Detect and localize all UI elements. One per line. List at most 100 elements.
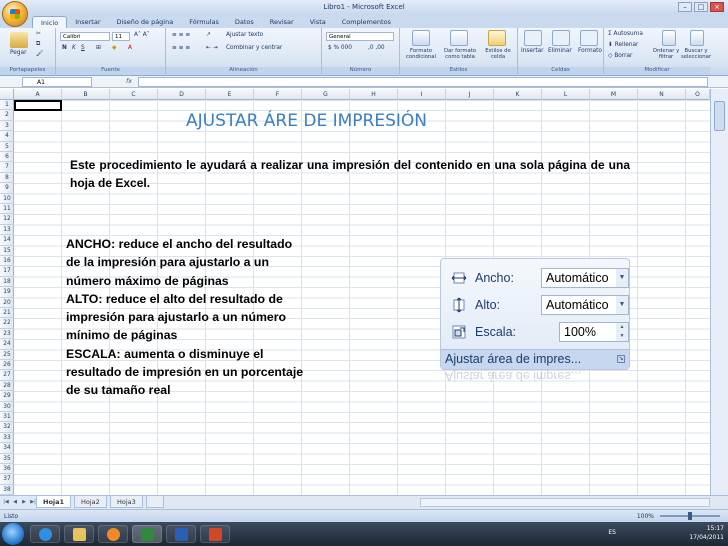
first-sheet-icon[interactable]: |◀ — [2, 498, 10, 507]
tab-diseno-pagina[interactable]: Diseño de página — [109, 16, 182, 28]
align-top-icon[interactable]: ≡ ≡ ≡ — [172, 32, 190, 38]
height-select[interactable]: Automático ▼ — [541, 295, 629, 315]
tab-formulas[interactable]: Fórmulas — [181, 16, 227, 28]
clock[interactable]: 15:17 17/04/2011 — [689, 524, 724, 542]
row-header[interactable]: 16 — [0, 256, 14, 267]
row-header[interactable]: 36 — [0, 464, 14, 475]
row-header[interactable]: 28 — [0, 381, 14, 392]
insert-cells-icon[interactable] — [524, 30, 542, 46]
font-size-select[interactable]: 11 — [112, 32, 130, 41]
column-header[interactable]: D — [158, 89, 206, 100]
wrap-text-button[interactable]: Ajustar texto — [226, 32, 263, 38]
taskbar-app-excel[interactable] — [132, 525, 162, 543]
taskbar-app-powerpoint[interactable] — [200, 525, 230, 543]
fill-button[interactable]: ⬇ Rellenar — [608, 42, 638, 48]
column-header[interactable]: C — [110, 89, 158, 100]
new-sheet-icon[interactable] — [146, 496, 164, 508]
row-header[interactable]: 11 — [0, 204, 14, 215]
format-button[interactable]: Formato — [578, 48, 602, 54]
cell-styles-icon[interactable] — [488, 30, 506, 46]
chevron-down-icon[interactable]: ▼ — [616, 296, 628, 314]
tab-revisar[interactable]: Revisar — [262, 16, 302, 28]
name-box[interactable]: A1 — [22, 77, 92, 87]
row-header[interactable]: 37 — [0, 474, 14, 485]
row-header[interactable]: 15 — [0, 246, 14, 256]
sort-filter-icon[interactable] — [662, 30, 676, 46]
clear-button[interactable]: ◇ Borrar — [608, 53, 632, 59]
row-header[interactable]: 12 — [0, 214, 14, 225]
row-header[interactable]: 17 — [0, 266, 14, 277]
conditional-format-button[interactable]: Formato condicional — [402, 48, 440, 60]
column-header[interactable]: E — [206, 89, 254, 100]
row-header[interactable]: 29 — [0, 391, 14, 402]
dialog-launcher-icon[interactable]: ↘ — [617, 355, 625, 363]
paste-icon[interactable] — [10, 32, 28, 48]
close-icon[interactable]: × — [710, 2, 724, 12]
scroll-thumb[interactable] — [714, 101, 725, 131]
paste-button[interactable]: Pegar — [10, 50, 26, 56]
fill-color-icon[interactable]: ◆ — [112, 45, 116, 51]
sheet-tab-hoja1[interactable]: Hoja1 — [36, 496, 72, 508]
row-header[interactable]: 3 — [0, 121, 14, 132]
row-header[interactable]: 13 — [0, 225, 14, 236]
minimize-icon[interactable]: – — [678, 2, 692, 12]
column-header[interactable]: O — [686, 89, 710, 100]
format-cells-icon[interactable] — [580, 30, 598, 46]
chevron-down-icon[interactable]: ▼ — [616, 269, 628, 287]
delete-cells-icon[interactable] — [552, 30, 570, 46]
next-sheet-icon[interactable]: ▶ — [20, 498, 28, 507]
tab-complementos[interactable]: Complementos — [334, 16, 399, 28]
indent-icon[interactable]: ⇤ ⇥ — [206, 45, 218, 51]
column-header[interactable]: L — [542, 89, 590, 100]
row-header[interactable]: 25 — [0, 350, 14, 360]
maximize-icon[interactable]: □ — [694, 2, 708, 12]
tab-inicio[interactable]: Inicio — [32, 16, 68, 28]
row-header[interactable]: 4 — [0, 131, 14, 142]
row-header[interactable]: 20 — [0, 298, 14, 308]
taskbar-app-word[interactable] — [166, 525, 196, 543]
delete-button[interactable]: Eliminar — [548, 48, 572, 54]
row-header[interactable]: 35 — [0, 454, 14, 464]
row-header[interactable]: 18 — [0, 277, 14, 288]
font-color-icon[interactable]: A — [128, 45, 132, 51]
find-select-button[interactable]: Buscar y seleccionar — [680, 48, 712, 60]
row-header[interactable]: 30 — [0, 402, 14, 412]
row-header[interactable]: 7 — [0, 162, 14, 173]
start-button[interactable] — [2, 523, 24, 545]
select-all-corner[interactable] — [0, 89, 14, 100]
column-header[interactable]: G — [302, 89, 350, 100]
column-header[interactable]: I — [398, 89, 446, 100]
bold-icon[interactable]: N — [62, 45, 67, 51]
row-header[interactable]: 19 — [0, 287, 14, 298]
zoom-level[interactable]: 100% — [637, 513, 654, 520]
cut-icon[interactable]: ✂ — [36, 31, 41, 37]
row-header[interactable]: 26 — [0, 360, 14, 371]
column-header[interactable]: N — [638, 89, 686, 100]
vertical-scrollbar[interactable] — [710, 89, 728, 495]
format-painter-icon[interactable]: 🖌 — [36, 51, 43, 57]
cell-styles-button[interactable]: Estilos de celda — [480, 48, 516, 60]
spinner-icon[interactable]: ▲ ▼ — [616, 323, 628, 341]
format-table-icon[interactable] — [450, 30, 468, 46]
row-header[interactable]: 2 — [0, 110, 14, 121]
column-header[interactable]: H — [350, 89, 398, 100]
width-select[interactable]: Automático ▼ — [541, 268, 629, 288]
decimal-icon[interactable]: ,0 ,00 — [368, 45, 385, 51]
tab-datos[interactable]: Datos — [227, 16, 262, 28]
number-format-select[interactable]: General — [326, 32, 394, 41]
merge-center-button[interactable]: Combinar y centrar — [226, 45, 282, 51]
row-header[interactable]: 22 — [0, 318, 14, 329]
active-cell[interactable] — [14, 100, 62, 111]
sheet-tab-hoja2[interactable]: Hoja2 — [74, 496, 107, 508]
column-header[interactable]: A — [14, 89, 62, 100]
column-header[interactable]: M — [590, 89, 638, 100]
row-header[interactable]: 8 — [0, 173, 14, 184]
column-header[interactable]: B — [62, 89, 110, 100]
find-select-icon[interactable] — [690, 30, 704, 46]
row-header[interactable]: 34 — [0, 443, 14, 454]
borders-icon[interactable]: ⊞ — [96, 45, 101, 51]
tab-insertar[interactable]: Insertar — [67, 16, 108, 28]
row-header[interactable]: 32 — [0, 422, 14, 433]
row-header[interactable]: 23 — [0, 329, 14, 340]
row-header[interactable]: 9 — [0, 183, 14, 194]
